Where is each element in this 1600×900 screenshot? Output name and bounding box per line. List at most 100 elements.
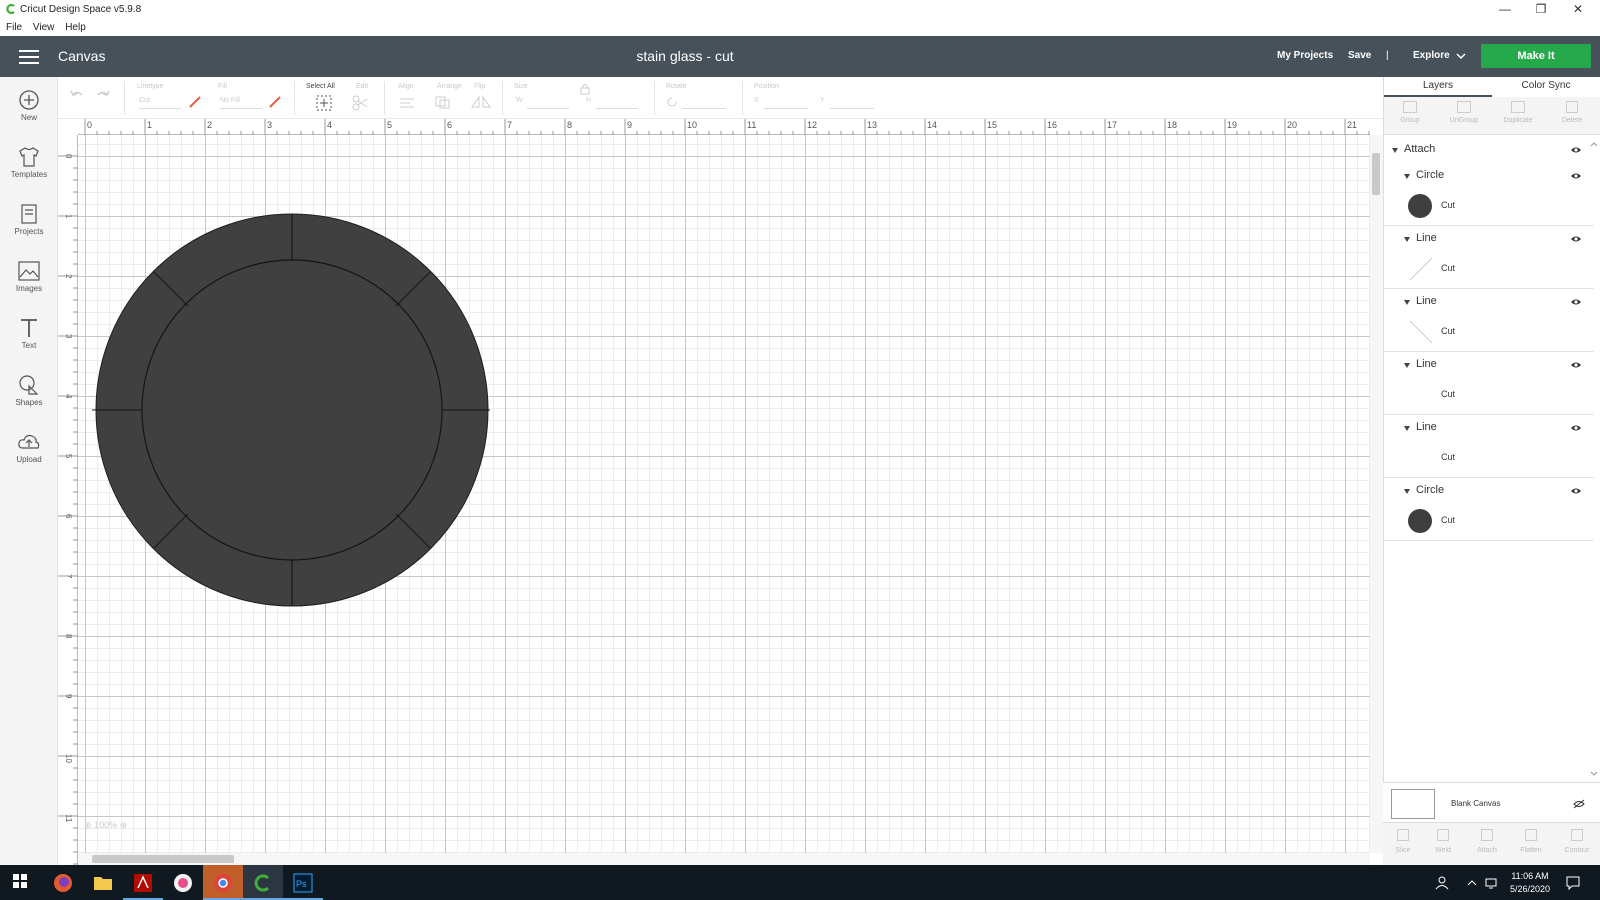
weld-button[interactable]: Weld xyxy=(1423,827,1463,854)
sidebar-item-images[interactable]: Images xyxy=(0,260,58,293)
notification-icon[interactable] xyxy=(1566,876,1580,890)
taskbar-file-explorer[interactable] xyxy=(83,865,123,900)
layer-item-line[interactable]: Line Cut xyxy=(1384,289,1594,352)
layer-item-circle[interactable]: Circle Cut xyxy=(1384,163,1594,226)
duplicate-button[interactable]: Duplicate xyxy=(1492,101,1544,124)
select-all-label: Select All xyxy=(306,83,335,90)
shapes-icon xyxy=(19,375,39,395)
tab-layers[interactable]: Layers xyxy=(1384,77,1492,97)
arrange-icon[interactable] xyxy=(434,95,454,109)
system-clock[interactable]: 11:06 AM 5/26/2020 xyxy=(1500,870,1560,896)
chevron-down-icon[interactable] xyxy=(1456,53,1466,60)
zoom-control[interactable]: ⊕ 100% ⊕ xyxy=(84,820,127,831)
taskbar-photoshop[interactable]: Ps xyxy=(283,865,323,900)
eye-icon[interactable] xyxy=(1570,298,1582,306)
layer-group-attach[interactable]: Attach xyxy=(1384,137,1594,163)
blank-canvas-layer[interactable]: Blank Canvas xyxy=(1383,782,1600,822)
menu-view[interactable]: View xyxy=(33,20,55,36)
people-icon[interactable] xyxy=(1435,876,1449,890)
eye-icon[interactable] xyxy=(1570,487,1582,495)
collapse-triangle-icon[interactable] xyxy=(1404,237,1410,242)
chevron-up-icon[interactable] xyxy=(1467,879,1477,887)
horizontal-scrollbar[interactable] xyxy=(78,853,1370,865)
collapse-triangle-icon[interactable] xyxy=(1404,174,1410,179)
scissors-icon[interactable] xyxy=(352,95,374,111)
taskbar-cricut[interactable] xyxy=(243,865,283,900)
my-projects-button[interactable]: My Projects xyxy=(1277,50,1333,61)
ungroup-button[interactable]: UnGroup xyxy=(1438,101,1490,124)
design-canvas[interactable] xyxy=(78,135,1370,853)
layer-item-circle[interactable]: Circle Cut xyxy=(1384,478,1594,541)
lock-icon[interactable] xyxy=(580,83,590,95)
eye-icon[interactable] xyxy=(1570,235,1582,243)
tab-color-sync[interactable]: Color Sync xyxy=(1492,77,1600,97)
close-icon[interactable]: ✕ xyxy=(1560,0,1596,20)
slice-button[interactable]: Slice xyxy=(1383,827,1423,854)
taskbar-firefox[interactable] xyxy=(43,865,83,900)
start-button[interactable] xyxy=(0,865,40,900)
eye-icon[interactable] xyxy=(1570,424,1582,432)
delete-button[interactable]: Delete xyxy=(1546,101,1598,124)
eye-icon[interactable] xyxy=(1570,361,1582,369)
flip-icon[interactable] xyxy=(470,95,492,109)
sidebar-item-templates[interactable]: Templates xyxy=(0,146,58,179)
eye-hidden-icon[interactable] xyxy=(1573,799,1585,809)
attach-button[interactable]: Attach xyxy=(1465,827,1509,854)
vertical-scrollbar[interactable] xyxy=(1370,135,1383,853)
restore-icon[interactable]: ❐ xyxy=(1523,0,1559,20)
sidebar-item-new[interactable]: New xyxy=(0,89,58,122)
scroll-thumb[interactable] xyxy=(1372,153,1380,195)
make-it-button[interactable]: Make It xyxy=(1481,44,1591,68)
stain-glass-design[interactable] xyxy=(78,135,1370,853)
redo-icon[interactable] xyxy=(96,89,110,101)
menu-help[interactable]: Help xyxy=(65,20,86,36)
eye-icon[interactable] xyxy=(1570,172,1582,180)
sidebar-item-text[interactable]: Text xyxy=(0,317,58,350)
contour-button[interactable]: Contour xyxy=(1555,827,1599,854)
taskbar-itunes[interactable] xyxy=(163,865,203,900)
minimize-icon[interactable]: — xyxy=(1487,0,1523,20)
flatten-button[interactable]: Flatten xyxy=(1509,827,1553,854)
fill-color-icon[interactable] xyxy=(268,95,282,109)
zoom-in-icon[interactable]: ⊕ xyxy=(120,820,128,830)
zoom-out-icon[interactable]: ⊕ xyxy=(84,820,92,830)
scroll-up-icon[interactable] xyxy=(1590,141,1598,147)
layer-item-line[interactable]: Line Cut xyxy=(1384,415,1594,478)
ruler-tick-label: 17 xyxy=(1107,120,1117,130)
canvas-color-swatch[interactable] xyxy=(1391,789,1435,819)
undo-icon[interactable] xyxy=(70,89,84,101)
group-button[interactable]: Group xyxy=(1384,101,1436,124)
collapse-triangle-icon[interactable] xyxy=(1404,489,1410,494)
select-all-icon[interactable] xyxy=(316,95,332,111)
fill-select[interactable]: No Fill xyxy=(220,97,262,109)
window-title: Cricut Design Space v5.9.8 xyxy=(20,4,142,15)
align-icon[interactable] xyxy=(398,97,418,109)
sidebar-label: Upload xyxy=(16,455,42,464)
collapse-triangle-icon[interactable] xyxy=(1392,148,1398,153)
toolbar-divider xyxy=(384,81,385,115)
rotate-input[interactable] xyxy=(682,97,726,109)
scroll-down-icon[interactable] xyxy=(1590,771,1598,777)
sidebar-item-projects[interactable]: Projects xyxy=(0,203,58,236)
taskbar-acrobat[interactable] xyxy=(123,865,163,900)
y-input[interactable] xyxy=(830,97,874,109)
height-input[interactable] xyxy=(596,97,638,109)
linetype-select[interactable]: Cut xyxy=(139,97,181,109)
collapse-triangle-icon[interactable] xyxy=(1404,300,1410,305)
layer-item-line[interactable]: Line Cut xyxy=(1384,226,1594,289)
x-input[interactable] xyxy=(764,97,808,109)
width-input[interactable] xyxy=(527,97,569,109)
network-icon[interactable] xyxy=(1484,877,1498,889)
sidebar-item-upload[interactable]: Upload xyxy=(0,431,58,464)
linetype-color-icon[interactable] xyxy=(188,95,202,109)
collapse-triangle-icon[interactable] xyxy=(1404,426,1410,431)
menu-file[interactable]: File xyxy=(6,20,22,36)
layer-item-line[interactable]: Line Cut xyxy=(1384,352,1594,415)
explore-button[interactable]: Explore xyxy=(1413,50,1450,61)
eye-icon[interactable] xyxy=(1570,146,1582,154)
taskbar-chrome[interactable] xyxy=(203,865,243,900)
sidebar-item-shapes[interactable]: Shapes xyxy=(0,374,58,407)
scroll-thumb[interactable] xyxy=(92,855,234,863)
collapse-triangle-icon[interactable] xyxy=(1404,363,1410,368)
save-button[interactable]: Save xyxy=(1348,50,1371,61)
